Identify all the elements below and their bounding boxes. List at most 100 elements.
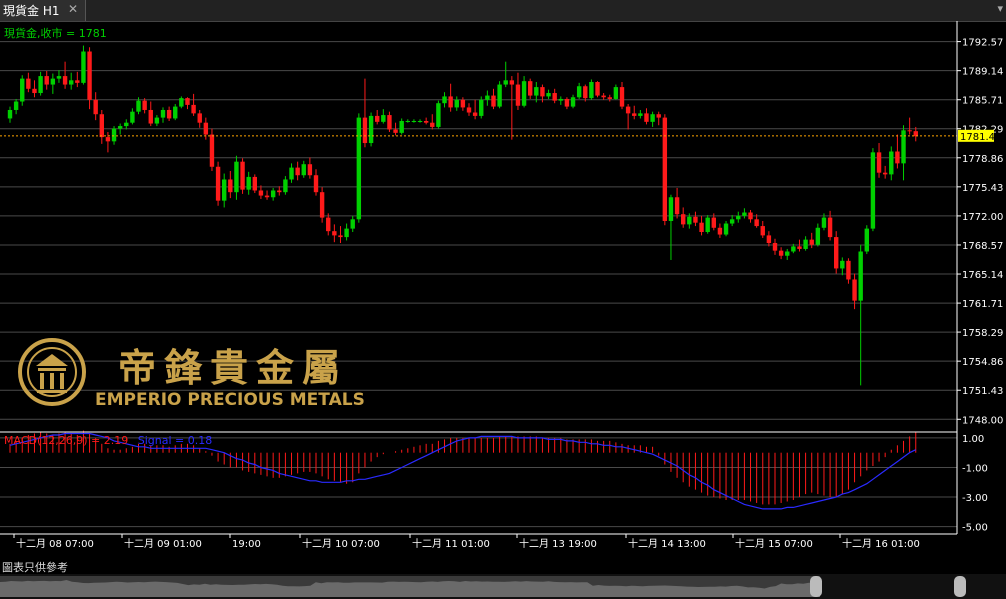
price-tick-label: 1751.43 (962, 386, 1003, 397)
candle-body (136, 100, 141, 112)
time-tick-label: 十二月 16 01:00 (842, 537, 920, 550)
candle-body (674, 197, 680, 215)
candle-body (111, 128, 117, 142)
candle-body (277, 190, 282, 193)
candle-body (644, 113, 649, 122)
candle-body (319, 192, 325, 218)
candle-body (105, 137, 111, 142)
tab-chart-spot-gold[interactable]: 現貨金 H1 ✕ (0, 0, 86, 21)
candle-body (368, 115, 374, 144)
candle-body (264, 195, 270, 198)
emperio-logo: 帝鋒貴金屬 EMPERIO PRECIOUS METALS (18, 338, 365, 410)
candle-body (521, 81, 527, 106)
price-series-label: 現貨金,收市 = 1781 (4, 26, 107, 40)
candle-body (595, 82, 600, 96)
candle-body (454, 99, 459, 108)
candle-body (258, 190, 264, 196)
candle-body (362, 117, 368, 144)
price-tick-label: 1748.00 (962, 415, 1003, 426)
candle-body (99, 114, 104, 138)
candle-body (687, 216, 692, 225)
candle-body (62, 76, 68, 85)
candle-body (399, 120, 404, 133)
candle-body (173, 106, 178, 119)
candle-body (760, 226, 765, 236)
candle-body (607, 97, 612, 99)
candle-body (13, 101, 19, 110)
logo-chinese-text: 帝鋒貴金屬 (118, 345, 348, 390)
candle-body (754, 219, 759, 227)
candle-body (858, 251, 863, 301)
candle-body (436, 103, 441, 127)
time-tick-label: 十二月 10 07:00 (302, 537, 380, 550)
macd-tick-label: -5.00 (962, 523, 988, 534)
candle-body (650, 114, 655, 122)
macd-tick-label: 1.00 (962, 434, 984, 445)
candle-body (656, 114, 661, 118)
candle-body (821, 217, 827, 228)
candle-body (681, 214, 686, 225)
macd-label: MACD(12,26,9) = 2.19 (4, 434, 128, 447)
candle-body (472, 112, 478, 116)
candle-body (901, 130, 906, 164)
candle-body (130, 111, 135, 123)
scroll-end-handle[interactable] (954, 576, 966, 597)
candle-body (166, 109, 172, 119)
candle-body (570, 97, 576, 107)
candle-body (124, 122, 129, 127)
candle-body (203, 122, 209, 135)
macd-grid (0, 437, 957, 528)
candle-body (491, 95, 496, 107)
candle-body (632, 113, 637, 116)
candle-body (601, 95, 606, 98)
macd-axis-labels: 1.00 -1.00 -3.00 -5.00 (962, 434, 988, 534)
time-tick-label: 十二月 13 19:00 (519, 537, 597, 550)
candle-body (69, 80, 74, 85)
candle-body (356, 117, 362, 220)
candle-body (834, 237, 839, 269)
current-price-label: 1781.45 (960, 132, 1001, 143)
candle-body (148, 109, 153, 124)
candle-body (625, 106, 631, 114)
candle-body (44, 76, 49, 85)
candle-body (576, 86, 582, 98)
candle-body (197, 113, 202, 123)
scroll-thumb[interactable] (810, 576, 822, 597)
chart-scrollbar[interactable] (0, 574, 1006, 599)
price-tick-label: 1775.43 (962, 183, 1003, 194)
time-tick-label: 十二月 15 07:00 (735, 537, 813, 550)
price-tick-label: 1792.57 (962, 38, 1003, 49)
candle-body (75, 80, 80, 83)
candle-body (558, 98, 563, 101)
candle-body (326, 217, 331, 232)
close-icon[interactable]: ✕ (68, 2, 78, 16)
candle-body (791, 246, 796, 252)
macd-label-group: MACD(12,26,9) = 2.19 Signal = 0.18 (4, 434, 212, 447)
time-tick-label: 十二月 09 01:00 (124, 537, 202, 550)
candle-body (270, 190, 276, 198)
candle-body (307, 164, 313, 176)
candle-body (423, 120, 429, 123)
candle-body (466, 107, 472, 113)
candle-body (479, 99, 484, 116)
candle-body (301, 164, 306, 176)
candle-body (876, 152, 882, 173)
candle-body (864, 228, 869, 252)
candle-body (20, 78, 25, 102)
price-tick-label: 1765.14 (962, 270, 1003, 281)
candle-body (717, 227, 723, 235)
candle-body (405, 120, 410, 122)
candle-body (283, 179, 288, 193)
chevron-down-icon[interactable]: ▾ (997, 2, 1003, 15)
candle-body (26, 78, 31, 89)
candle-body (160, 109, 166, 118)
candle-body (540, 87, 545, 97)
candle-body (693, 216, 698, 223)
chart-area[interactable]: 帝鋒貴金屬 EMPERIO PRECIOUS METALS 1792.57 178… (0, 21, 1006, 574)
candle-body (589, 82, 594, 99)
candle-body (381, 115, 386, 122)
candle-body (375, 115, 380, 122)
candle-body (448, 96, 453, 108)
candle-body (497, 84, 502, 107)
candle-body (387, 115, 392, 130)
